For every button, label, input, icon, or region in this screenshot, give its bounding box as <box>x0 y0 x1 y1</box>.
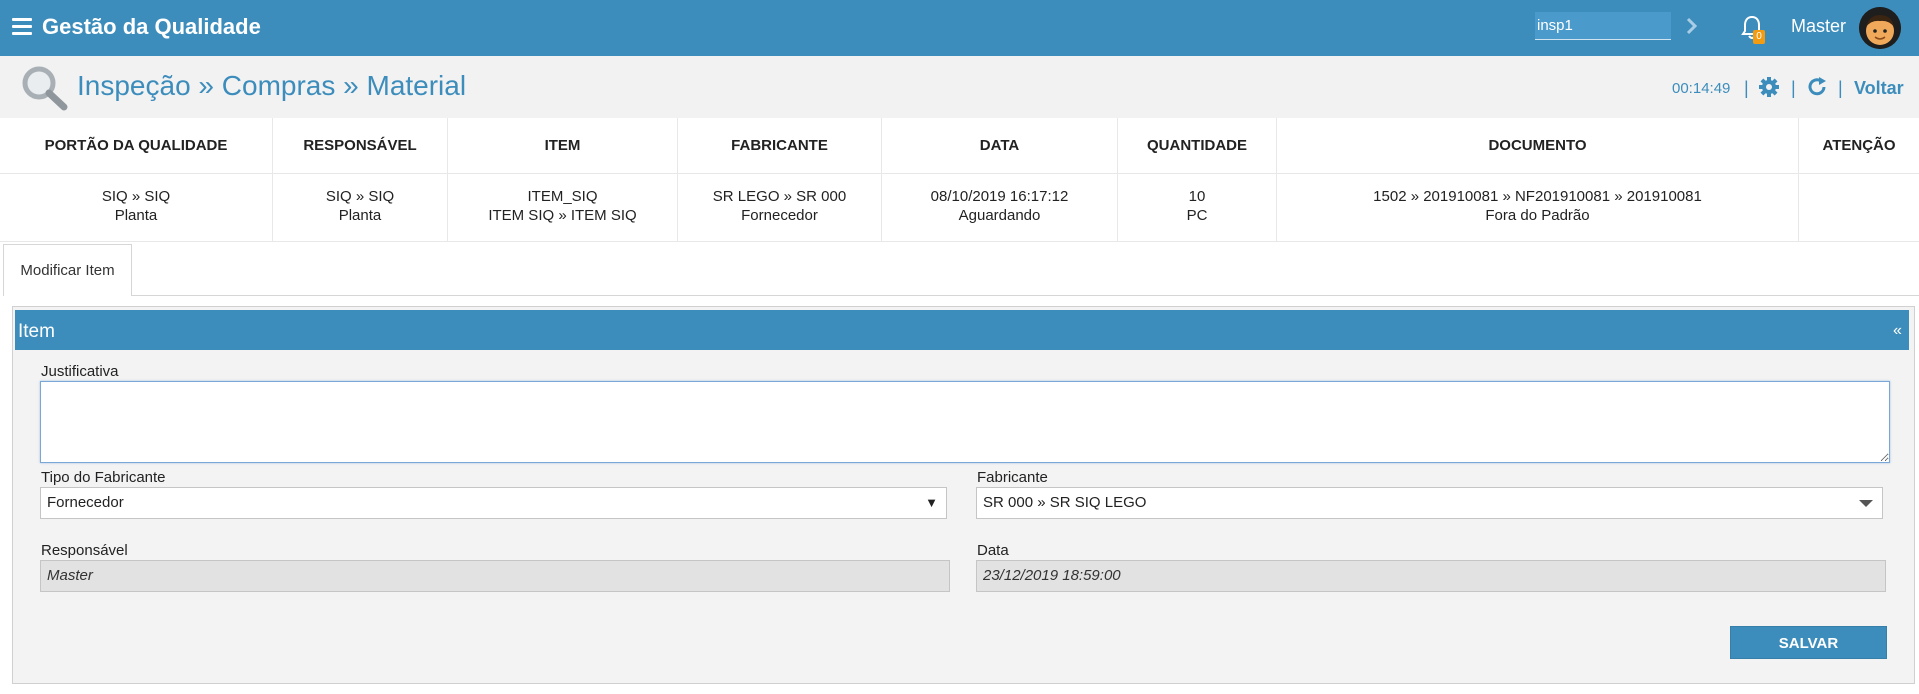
summary-column: RESPONSÁVEL SIQ » SIQ Planta <box>273 118 448 242</box>
justificativa-field[interactable] <box>40 381 1890 463</box>
cell-subvalue: ITEM SIQ » ITEM SIQ <box>488 207 637 224</box>
summary-table: PORTÃO DA QUALIDADE SIQ » SIQ Planta RES… <box>0 118 1919 242</box>
cell-value: SR LEGO » SR 000 <box>712 188 847 205</box>
divider <box>0 241 1919 242</box>
data-label: Data <box>977 542 1009 559</box>
app-title[interactable]: Gestão da Qualidade <box>42 14 261 40</box>
responsavel-field: Master <box>40 560 950 592</box>
divider <box>131 295 1919 296</box>
cell-subvalue: Planta <box>338 207 382 224</box>
responsavel-label: Responsável <box>41 542 128 559</box>
cell-value: SIQ » SIQ <box>101 188 171 205</box>
fabricante-label: Fabricante <box>977 469 1048 486</box>
tipo-fabricante-select[interactable]: Fornecedor ▼ <box>40 487 947 519</box>
cell-value: 08/10/2019 16:17:12 <box>930 188 1069 205</box>
summary-column: PORTÃO DA QUALIDADE SIQ » SIQ Planta <box>0 118 273 242</box>
column-header: ATENÇÃO <box>1799 118 1919 174</box>
data-field: 23/12/2019 18:59:00 <box>976 560 1886 592</box>
column-header: FABRICANTE <box>678 118 881 174</box>
cell-value: ITEM_SIQ <box>527 188 598 205</box>
column-header: PORTÃO DA QUALIDADE <box>0 118 272 174</box>
summary-column: FABRICANTE SR LEGO » SR 000 Fornecedor <box>678 118 882 242</box>
column-header: ITEM <box>448 118 677 174</box>
fabricante-select[interactable]: SR 000 » SR SIQ LEGO <box>976 487 1883 519</box>
cell-subvalue: Fornecedor <box>741 207 818 224</box>
column-header: DOCUMENTO <box>1277 118 1798 174</box>
cell-value: 10 <box>1188 188 1206 205</box>
refresh-icon[interactable] <box>1806 76 1828 98</box>
separator: | <box>1791 78 1796 98</box>
column-header: DATA <box>882 118 1117 174</box>
panel-title: Item <box>18 321 55 342</box>
tipo-fabricante-label: Tipo do Fabricante <box>41 469 166 486</box>
user-name[interactable]: Master <box>1791 16 1846 37</box>
avatar[interactable] <box>1859 7 1901 49</box>
summary-column: ITEM ITEM_SIQ ITEM SIQ » ITEM SIQ <box>448 118 678 242</box>
tipo-fabricante-value: Fornecedor <box>47 494 124 511</box>
collapse-icon[interactable]: « <box>1893 322 1902 340</box>
tab-modificar-item[interactable]: Modificar Item <box>3 244 132 296</box>
chevron-down-icon <box>1858 488 1874 529</box>
notification-badge: 0 <box>1753 30 1765 44</box>
column-header: RESPONSÁVEL <box>273 118 447 174</box>
back-link[interactable]: Voltar <box>1854 78 1904 99</box>
search-input[interactable] <box>1535 12 1671 40</box>
cell-subvalue: Fora do Padrão <box>1485 207 1590 224</box>
breadcrumb: Inspeção » Compras » Material <box>77 70 467 101</box>
summary-column: DATA 08/10/2019 16:17:12 Aguardando <box>882 118 1118 242</box>
gear-icon[interactable] <box>1758 76 1780 98</box>
justificativa-label: Justificativa <box>41 363 119 380</box>
cell-subvalue: PC <box>1186 207 1208 224</box>
cell-value: SIQ » SIQ <box>325 188 395 205</box>
menu-icon[interactable] <box>12 18 32 36</box>
caret-down-icon: ▼ <box>925 495 938 510</box>
separator: | <box>1744 78 1749 98</box>
separator: | <box>1838 78 1843 98</box>
search-magnifier-icon <box>20 64 70 112</box>
cell-subvalue: Planta <box>114 207 158 224</box>
fabricante-value: SR 000 » SR SIQ LEGO <box>983 494 1147 511</box>
panel-header[interactable] <box>15 310 1909 350</box>
summary-column: DOCUMENTO 1502 » 201910081 » NF201910081… <box>1277 118 1799 242</box>
save-button[interactable]: SALVAR <box>1730 626 1887 659</box>
column-header: QUANTIDADE <box>1118 118 1276 174</box>
chevron-right-icon[interactable] <box>1685 14 1701 38</box>
session-timer: 00:14:49 <box>1672 80 1731 97</box>
cell-value: 1502 » 201910081 » NF201910081 » 2019100… <box>1373 188 1702 205</box>
summary-column: QUANTIDADE 10 PC <box>1118 118 1277 242</box>
summary-column: ATENÇÃO <box>1799 118 1919 242</box>
cell-subvalue: Aguardando <box>958 207 1041 224</box>
